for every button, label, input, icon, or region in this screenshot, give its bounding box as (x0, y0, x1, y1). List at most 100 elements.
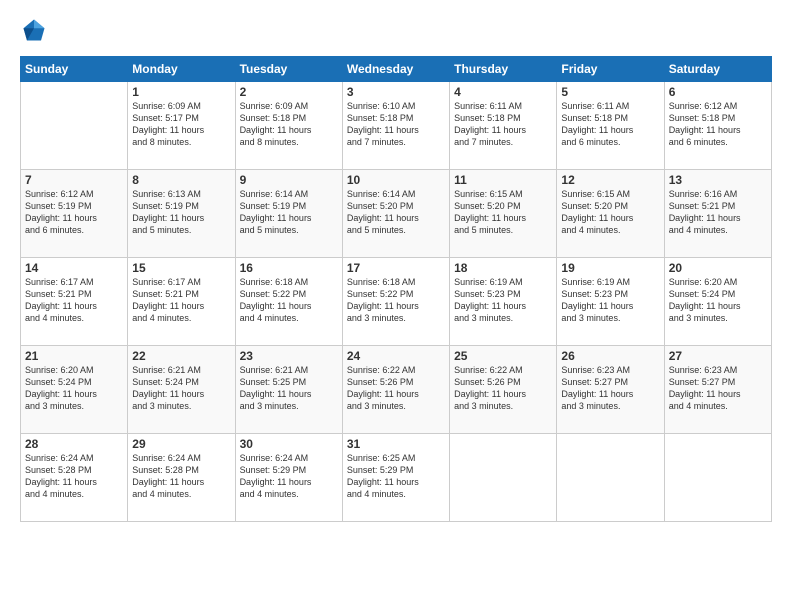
calendar-cell: 20Sunrise: 6:20 AMSunset: 5:24 PMDayligh… (664, 258, 771, 346)
day-info: Sunrise: 6:17 AMSunset: 5:21 PMDaylight:… (132, 276, 230, 325)
day-number: 8 (132, 173, 230, 187)
day-info: Sunrise: 6:22 AMSunset: 5:26 PMDaylight:… (347, 364, 445, 413)
day-info: Sunrise: 6:09 AMSunset: 5:18 PMDaylight:… (240, 100, 338, 149)
day-info: Sunrise: 6:21 AMSunset: 5:25 PMDaylight:… (240, 364, 338, 413)
calendar-cell: 4Sunrise: 6:11 AMSunset: 5:18 PMDaylight… (450, 82, 557, 170)
day-number: 21 (25, 349, 123, 363)
day-info: Sunrise: 6:22 AMSunset: 5:26 PMDaylight:… (454, 364, 552, 413)
day-number: 1 (132, 85, 230, 99)
weekday-header: Saturday (664, 57, 771, 82)
day-number: 9 (240, 173, 338, 187)
day-number: 11 (454, 173, 552, 187)
day-info: Sunrise: 6:19 AMSunset: 5:23 PMDaylight:… (454, 276, 552, 325)
day-info: Sunrise: 6:11 AMSunset: 5:18 PMDaylight:… (454, 100, 552, 149)
day-info: Sunrise: 6:13 AMSunset: 5:19 PMDaylight:… (132, 188, 230, 237)
calendar-table: SundayMondayTuesdayWednesdayThursdayFrid… (20, 56, 772, 522)
day-number: 16 (240, 261, 338, 275)
calendar-cell: 19Sunrise: 6:19 AMSunset: 5:23 PMDayligh… (557, 258, 664, 346)
day-number: 25 (454, 349, 552, 363)
day-number: 13 (669, 173, 767, 187)
calendar-cell: 8Sunrise: 6:13 AMSunset: 5:19 PMDaylight… (128, 170, 235, 258)
calendar-cell (664, 434, 771, 522)
day-info: Sunrise: 6:09 AMSunset: 5:17 PMDaylight:… (132, 100, 230, 149)
header (20, 16, 772, 44)
weekday-header: Monday (128, 57, 235, 82)
calendar-cell: 14Sunrise: 6:17 AMSunset: 5:21 PMDayligh… (21, 258, 128, 346)
day-number: 18 (454, 261, 552, 275)
day-info: Sunrise: 6:23 AMSunset: 5:27 PMDaylight:… (669, 364, 767, 413)
day-info: Sunrise: 6:14 AMSunset: 5:20 PMDaylight:… (347, 188, 445, 237)
calendar-cell: 26Sunrise: 6:23 AMSunset: 5:27 PMDayligh… (557, 346, 664, 434)
day-number: 10 (347, 173, 445, 187)
day-number: 4 (454, 85, 552, 99)
day-info: Sunrise: 6:18 AMSunset: 5:22 PMDaylight:… (240, 276, 338, 325)
day-info: Sunrise: 6:24 AMSunset: 5:28 PMDaylight:… (25, 452, 123, 501)
day-number: 28 (25, 437, 123, 451)
day-number: 24 (347, 349, 445, 363)
day-number: 2 (240, 85, 338, 99)
day-info: Sunrise: 6:25 AMSunset: 5:29 PMDaylight:… (347, 452, 445, 501)
calendar-cell: 28Sunrise: 6:24 AMSunset: 5:28 PMDayligh… (21, 434, 128, 522)
day-info: Sunrise: 6:23 AMSunset: 5:27 PMDaylight:… (561, 364, 659, 413)
day-info: Sunrise: 6:24 AMSunset: 5:28 PMDaylight:… (132, 452, 230, 501)
day-number: 26 (561, 349, 659, 363)
day-number: 30 (240, 437, 338, 451)
calendar-cell: 16Sunrise: 6:18 AMSunset: 5:22 PMDayligh… (235, 258, 342, 346)
calendar-cell: 5Sunrise: 6:11 AMSunset: 5:18 PMDaylight… (557, 82, 664, 170)
calendar-cell: 23Sunrise: 6:21 AMSunset: 5:25 PMDayligh… (235, 346, 342, 434)
calendar-cell: 11Sunrise: 6:15 AMSunset: 5:20 PMDayligh… (450, 170, 557, 258)
calendar-cell: 30Sunrise: 6:24 AMSunset: 5:29 PMDayligh… (235, 434, 342, 522)
weekday-header: Wednesday (342, 57, 449, 82)
day-info: Sunrise: 6:14 AMSunset: 5:19 PMDaylight:… (240, 188, 338, 237)
calendar-header-row: SundayMondayTuesdayWednesdayThursdayFrid… (21, 57, 772, 82)
day-number: 5 (561, 85, 659, 99)
logo (20, 16, 52, 44)
day-number: 14 (25, 261, 123, 275)
weekday-header: Thursday (450, 57, 557, 82)
day-info: Sunrise: 6:11 AMSunset: 5:18 PMDaylight:… (561, 100, 659, 149)
day-number: 6 (669, 85, 767, 99)
day-info: Sunrise: 6:20 AMSunset: 5:24 PMDaylight:… (669, 276, 767, 325)
calendar-cell: 25Sunrise: 6:22 AMSunset: 5:26 PMDayligh… (450, 346, 557, 434)
calendar-cell: 21Sunrise: 6:20 AMSunset: 5:24 PMDayligh… (21, 346, 128, 434)
calendar-week-row: 7Sunrise: 6:12 AMSunset: 5:19 PMDaylight… (21, 170, 772, 258)
day-number: 29 (132, 437, 230, 451)
day-info: Sunrise: 6:18 AMSunset: 5:22 PMDaylight:… (347, 276, 445, 325)
day-number: 19 (561, 261, 659, 275)
calendar-cell: 3Sunrise: 6:10 AMSunset: 5:18 PMDaylight… (342, 82, 449, 170)
calendar-cell: 12Sunrise: 6:15 AMSunset: 5:20 PMDayligh… (557, 170, 664, 258)
day-info: Sunrise: 6:21 AMSunset: 5:24 PMDaylight:… (132, 364, 230, 413)
day-number: 20 (669, 261, 767, 275)
calendar-cell: 24Sunrise: 6:22 AMSunset: 5:26 PMDayligh… (342, 346, 449, 434)
calendar-cell: 2Sunrise: 6:09 AMSunset: 5:18 PMDaylight… (235, 82, 342, 170)
calendar-cell: 18Sunrise: 6:19 AMSunset: 5:23 PMDayligh… (450, 258, 557, 346)
weekday-header: Friday (557, 57, 664, 82)
calendar-cell: 29Sunrise: 6:24 AMSunset: 5:28 PMDayligh… (128, 434, 235, 522)
day-number: 7 (25, 173, 123, 187)
day-number: 23 (240, 349, 338, 363)
calendar-cell: 7Sunrise: 6:12 AMSunset: 5:19 PMDaylight… (21, 170, 128, 258)
day-info: Sunrise: 6:15 AMSunset: 5:20 PMDaylight:… (561, 188, 659, 237)
calendar-week-row: 14Sunrise: 6:17 AMSunset: 5:21 PMDayligh… (21, 258, 772, 346)
calendar-cell: 31Sunrise: 6:25 AMSunset: 5:29 PMDayligh… (342, 434, 449, 522)
day-info: Sunrise: 6:20 AMSunset: 5:24 PMDaylight:… (25, 364, 123, 413)
day-info: Sunrise: 6:17 AMSunset: 5:21 PMDaylight:… (25, 276, 123, 325)
day-number: 27 (669, 349, 767, 363)
calendar-cell: 15Sunrise: 6:17 AMSunset: 5:21 PMDayligh… (128, 258, 235, 346)
weekday-header: Sunday (21, 57, 128, 82)
calendar-cell (557, 434, 664, 522)
calendar-week-row: 21Sunrise: 6:20 AMSunset: 5:24 PMDayligh… (21, 346, 772, 434)
calendar-cell: 27Sunrise: 6:23 AMSunset: 5:27 PMDayligh… (664, 346, 771, 434)
day-info: Sunrise: 6:24 AMSunset: 5:29 PMDaylight:… (240, 452, 338, 501)
calendar-cell: 9Sunrise: 6:14 AMSunset: 5:19 PMDaylight… (235, 170, 342, 258)
day-info: Sunrise: 6:12 AMSunset: 5:19 PMDaylight:… (25, 188, 123, 237)
calendar-cell (21, 82, 128, 170)
day-number: 12 (561, 173, 659, 187)
calendar-week-row: 28Sunrise: 6:24 AMSunset: 5:28 PMDayligh… (21, 434, 772, 522)
calendar-cell: 22Sunrise: 6:21 AMSunset: 5:24 PMDayligh… (128, 346, 235, 434)
day-info: Sunrise: 6:15 AMSunset: 5:20 PMDaylight:… (454, 188, 552, 237)
weekday-header: Tuesday (235, 57, 342, 82)
day-info: Sunrise: 6:19 AMSunset: 5:23 PMDaylight:… (561, 276, 659, 325)
page: SundayMondayTuesdayWednesdayThursdayFrid… (0, 0, 792, 612)
day-info: Sunrise: 6:12 AMSunset: 5:18 PMDaylight:… (669, 100, 767, 149)
